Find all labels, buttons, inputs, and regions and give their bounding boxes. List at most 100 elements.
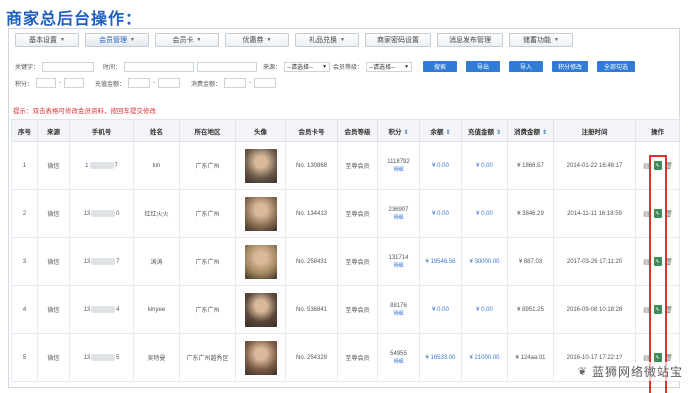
points-max-input[interactable] [64,78,85,88]
cell-balance: ¥ 0.00 [419,285,462,334]
edit-hint: 提示：双击表格可修改会员资料，按回车提交修改 [13,108,156,115]
chevron-down-icon: ▼ [340,37,345,43]
select-all-button[interactable]: 全部勾选 [597,61,636,72]
range-separator: - [249,80,252,86]
search-button[interactable]: 搜索 [423,61,458,72]
cell-source: 微信 [37,333,70,382]
points-detail-link[interactable]: 明细 [379,214,419,221]
col-header-label: 充值金额 [467,128,494,136]
cell-region-value: 广东广州越秀区 [186,356,229,362]
cell-balance-value: ¥ 16533.00 [425,354,456,361]
cell-phone: 13 5 [69,333,134,382]
cell-points: 131714 明细 [377,237,420,286]
chevron-down-icon: ▼ [60,37,65,43]
source-label: 来源： [263,65,282,71]
cell-balance: ¥ 0.00 [419,189,462,238]
chevron-down-icon: ▼ [266,37,272,43]
cell-region-value: 广东广州 [195,164,220,170]
cell-consume-value: ¥ 3846.29 [517,210,544,217]
cell-no: 3 [11,237,38,286]
table-row[interactable]: 4 微信 13 4 kinyee 广东广州 No. 536841 至尊会员 88176 明细 ¥ 0… [11,285,680,334]
cell-level-value: 至尊会员 [345,212,370,218]
col-header-label: 序号 [18,128,31,136]
nav-tab-4[interactable]: 礼品兑换 ▼ [295,33,359,47]
phone-redacted [91,209,116,217]
recharge-min-input[interactable] [128,78,151,88]
sort-icon[interactable]: ⇕ [542,130,547,136]
keyword-input[interactable] [42,61,95,72]
cell-consume: ¥ 8951.25 [507,285,554,334]
points-edit-button[interactable]: 积分修改 [552,61,589,72]
phone-end: 5 [116,355,120,362]
points-detail-link[interactable]: 明细 [379,166,419,173]
cell-source: 微信 [37,237,70,286]
sort-icon[interactable]: ⇕ [445,130,450,136]
phone-end: 0 [116,211,120,218]
col-header-9[interactable]: 余额 ⇕ [419,119,462,142]
col-header-11[interactable]: 消费金额 ⇕ [507,119,554,142]
cell-phone: 17 [69,141,134,190]
col-header-8[interactable]: 积分 ⇕ [377,119,420,142]
col-header-label: 来源 [47,128,60,136]
cell-reg-time-value: 2016-09-08 10:18:28 [566,306,623,313]
source-select[interactable]: --请选择-- ▼ [284,61,331,72]
nav-tab-label: 礼品兑换 [309,37,338,44]
nav-tab-3[interactable]: 优惠券 ▼ [225,33,289,47]
cell-level: 至尊会员 [337,237,378,286]
table-row[interactable]: 3 微信 13 7 涛涛 广东广州 No. 258431 至尊会员 131714 明细 ¥ 1954… [11,237,680,286]
level-select[interactable]: --请选择-- ▼ [366,61,413,72]
table-row[interactable]: 1 微信 1 7 kin 广东广州 No. 130868 至尊会员 1118792 明细 ¥ 0.0… [11,141,680,190]
col-header-10[interactable]: 充值金额 ⇕ [461,119,508,142]
nav-tab-2[interactable]: 会员卡 ▼ [155,33,219,47]
cell-points: 1118792 明细 [377,141,420,190]
col-header-2: 手机号 [69,119,134,142]
consume-min-input[interactable] [224,78,247,88]
avatar [244,340,277,375]
col-header-label: 余额 [430,128,444,136]
watermark: ❦ 蓝狮网络微站宝 [574,362,686,381]
cell-points-value: 88176 [390,302,407,309]
cell-recharge-value: ¥ 0.00 [476,162,493,169]
cell-avatar [235,189,286,238]
nav-tab-label: 基本设置 [29,37,58,44]
points-detail-link[interactable]: 明细 [379,358,419,365]
cell-region: 广东广州 [179,237,236,286]
sort-icon[interactable]: ⇕ [403,130,408,136]
cell-no-value: 1 [22,162,27,169]
cell-name-value: 红红火火 [144,212,169,218]
table-row[interactable]: 2 微信 13 0 红红火火 广东广州 No. 134413 至尊会员 236907 明细 ¥ 0.… [11,189,680,238]
col-header-label: 消费金额 [513,128,540,136]
level-label: 会员等级： [333,65,364,71]
nav-tab-0[interactable]: 基本设置 ▼ [15,33,79,47]
nav-tab-label: 会员管理 [99,37,128,44]
cell-source: 微信 [37,141,70,190]
col-header-label: 会员等级 [344,128,371,136]
chevron-down-icon: ▼ [130,37,135,43]
points-min-input[interactable] [36,78,57,88]
col-header-5: 头像 [235,119,286,142]
points-detail-link[interactable]: 明细 [379,310,419,317]
import-button[interactable]: 导入 [509,61,544,72]
consume-max-input[interactable] [254,78,277,88]
cell-region-value: 广东广州 [195,212,220,218]
cell-no: 2 [11,189,38,238]
cell-level-value: 至尊会员 [345,356,370,362]
points-detail-link[interactable]: 明细 [379,262,419,269]
cell-source-value: 微信 [47,308,60,314]
time-input[interactable] [124,61,195,72]
cell-phone: 13 7 [69,237,134,286]
col-header-1: 来源 [37,119,70,142]
cell-no-value: 3 [22,258,27,265]
nav-tab-5[interactable]: 商家密码设置 [365,33,431,47]
nav-tab-1[interactable]: 会员管理 ▼ [85,33,149,47]
chevron-down-icon: ▼ [554,37,559,43]
time-end-input[interactable] [197,61,258,72]
cell-points-value: 131714 [388,254,409,261]
nav-tab-7[interactable]: 储蓄功能 ▼ [509,33,573,47]
export-button[interactable]: 导出 [466,61,501,72]
recharge-max-input[interactable] [158,78,181,88]
cell-card: No. 254329 [285,333,338,382]
sort-icon[interactable]: ⇕ [496,130,501,136]
cell-points: 88176 明细 [377,285,420,334]
nav-tab-6[interactable]: 消息发布管理 [437,33,503,47]
